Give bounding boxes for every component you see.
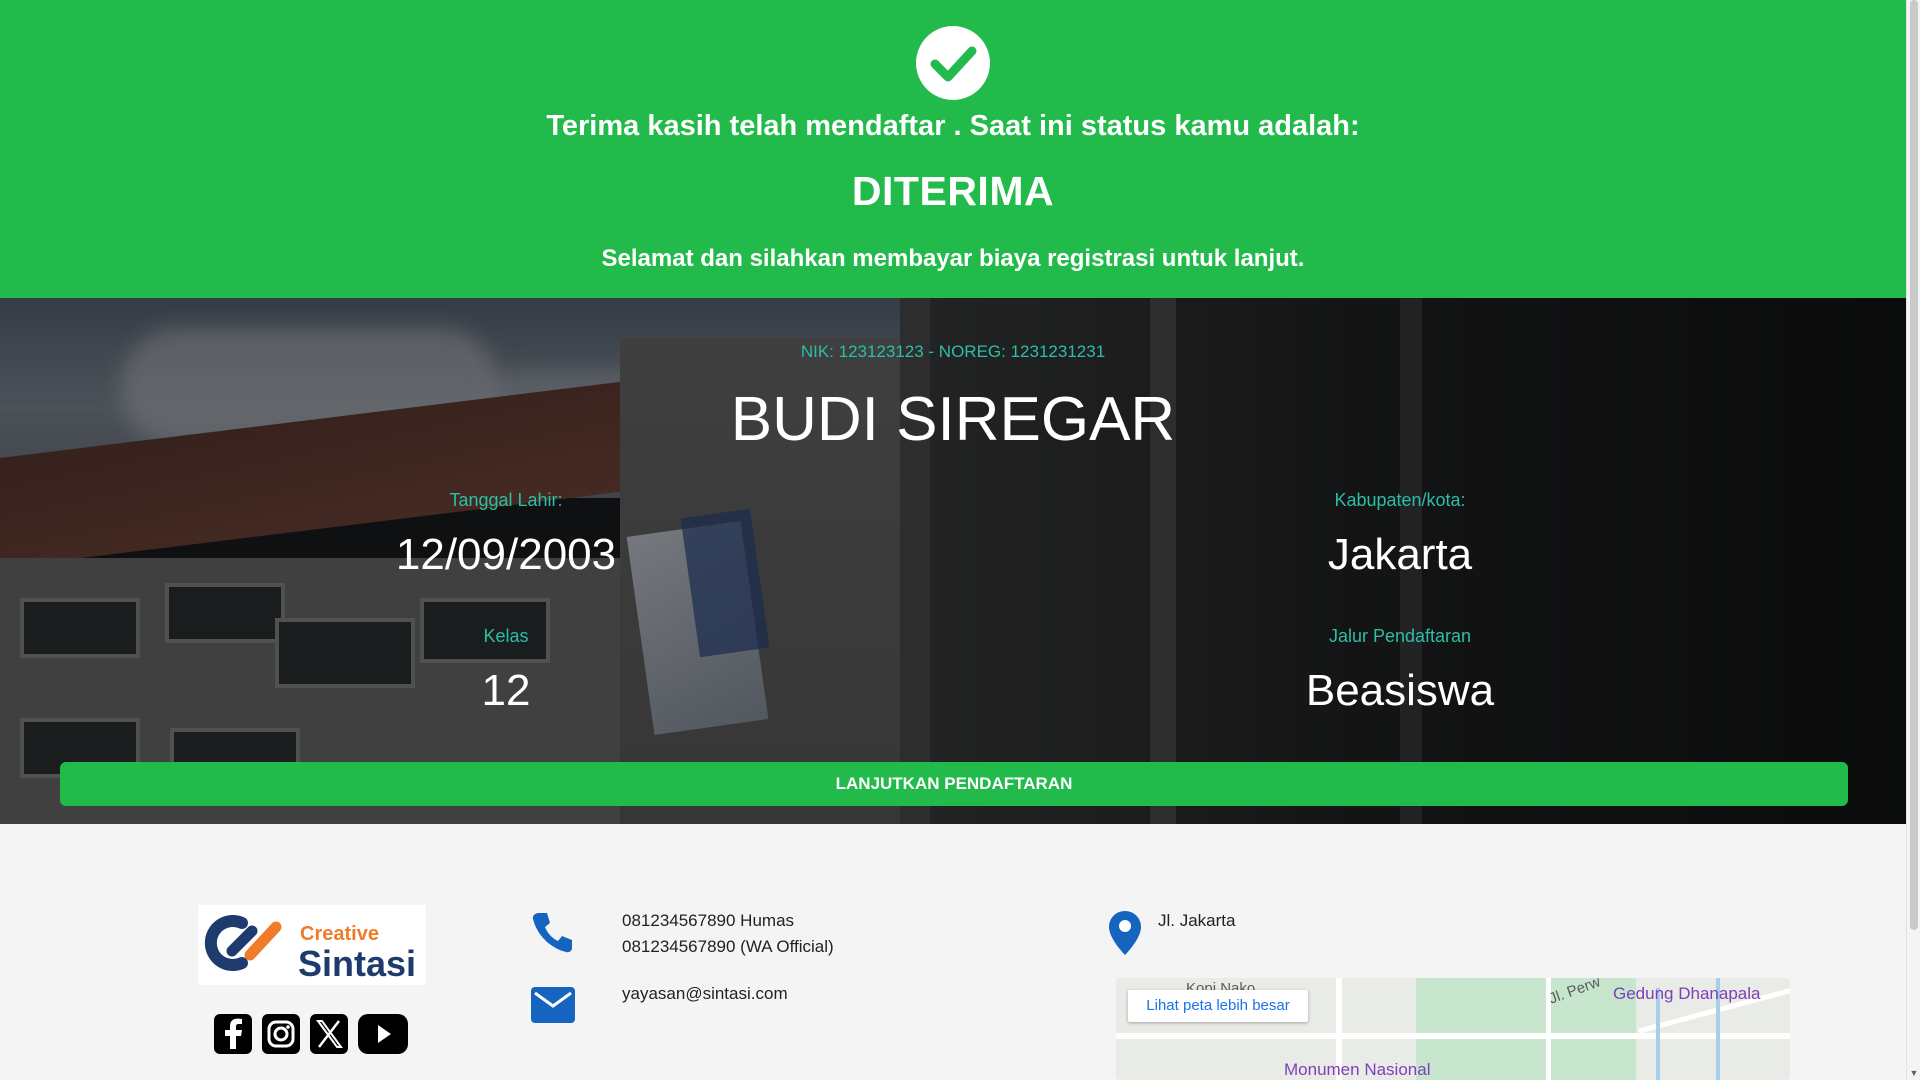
registration-path-value: Beasiswa (1305, 666, 1495, 715)
map-label-gedung-dhanapala: Gedung Dhanapala (1613, 984, 1761, 1003)
email-icon (531, 987, 575, 1023)
birthdate-label: Tanggal Lahir: (449, 490, 563, 510)
map-label-monumen-nasional: Monumen Nasional (1284, 1060, 1431, 1079)
continue-registration-button[interactable]: LANJUTKAN PENDAFTARAN (60, 762, 1848, 806)
view-larger-map-link[interactable]: Lihat peta lebih besar (1128, 990, 1308, 1022)
status-banner: Terima kasih telah mendaftar . Saat ini … (0, 0, 1906, 298)
x-icon[interactable] (310, 1014, 348, 1054)
phone-wa[interactable]: 081234567890 (WA Official) (622, 934, 834, 960)
status-message: Selamat dan silahkan membayar biaya regi… (601, 245, 1305, 272)
city-value: Jakarta (1327, 530, 1473, 579)
status-text: DITERIMA (851, 168, 1055, 214)
logo-line2: Sintasi (298, 943, 417, 984)
registration-path-label: Jalur Pendaftaran (1328, 626, 1472, 646)
page: Terima kasih telah mendaftar . Saat ini … (0, 0, 1906, 1080)
location-pin-icon (1109, 911, 1141, 955)
city-label: Kabupaten/kota: (1334, 490, 1466, 510)
check-circle-icon (916, 26, 990, 100)
phone-icon (532, 913, 572, 953)
class-label: Kelas (483, 626, 529, 646)
map-embed[interactable]: Kopi Nako Jl. Perw Gedung Dhanapala Monu… (1116, 978, 1790, 1080)
thanks-text: Terima kasih telah mendaftar . Saat ini … (546, 110, 1360, 142)
facebook-icon[interactable] (214, 1014, 252, 1054)
applicant-ids: NIK: 123123123 - NOREG: 1231231231 (800, 342, 1106, 361)
instagram-icon[interactable] (262, 1014, 300, 1054)
applicant-name: BUDI SIREGAR (730, 385, 1176, 454)
logo-mark-icon (204, 915, 282, 971)
scrollbar[interactable]: ▲ ▼ (1906, 0, 1920, 1080)
youtube-icon[interactable] (358, 1014, 408, 1054)
applicant-card: NIK: 123123123 - NOREG: 1231231231 BUDI … (0, 298, 1906, 824)
scroll-down-icon[interactable]: ▼ (1909, 1068, 1919, 1078)
email-address[interactable]: yayasan@sintasi.com (622, 981, 788, 1007)
birthdate-value: 12/09/2003 (395, 530, 617, 579)
class-value: 12 (481, 666, 531, 715)
scrollbar-thumb[interactable] (1910, 0, 1918, 930)
phone-humas[interactable]: 081234567890 Humas (622, 908, 794, 934)
logo[interactable]: Creative Sintasi (198, 905, 426, 985)
address-text: Jl. Jakarta (1158, 911, 1236, 930)
